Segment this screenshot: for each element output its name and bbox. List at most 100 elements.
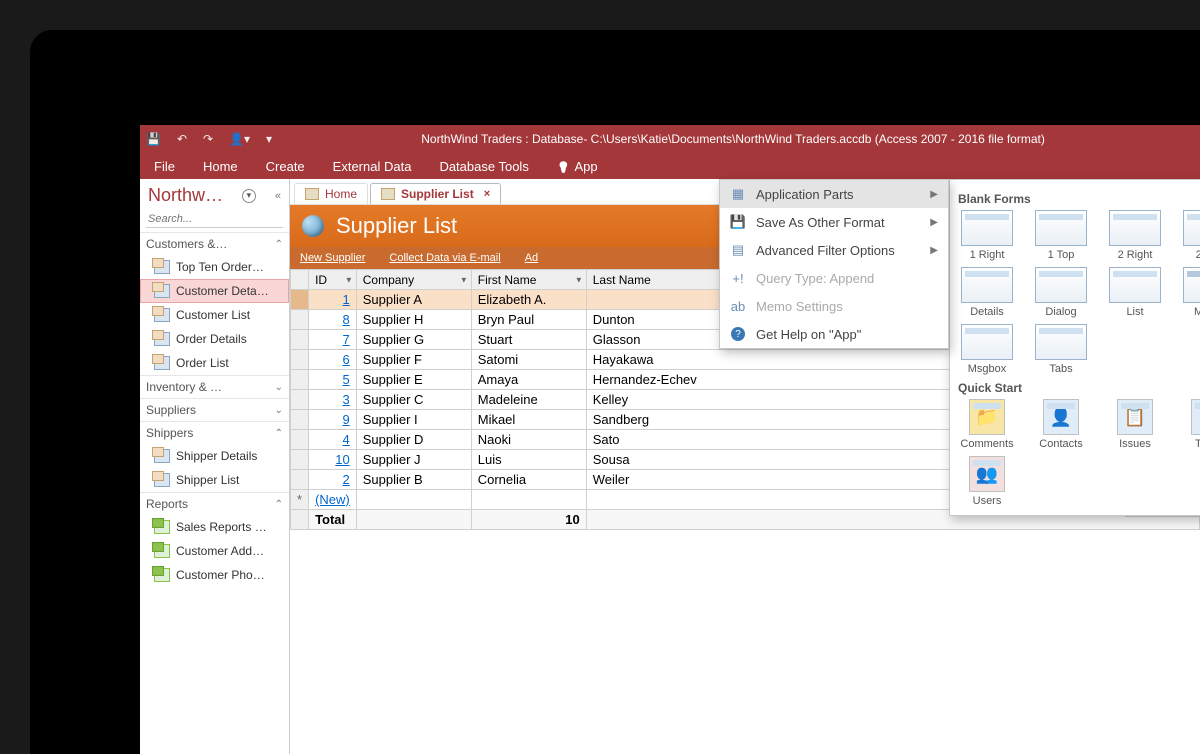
- nav-item-shipper-list[interactable]: Shipper List: [140, 468, 289, 492]
- form-thumb-icon: [961, 210, 1013, 246]
- save-icon[interactable]: 💾: [146, 132, 161, 146]
- gallery-item-media[interactable]: Media: [1180, 267, 1200, 318]
- nav-item-sales-reports[interactable]: Sales Reports …: [140, 515, 289, 539]
- nav-search-input[interactable]: [146, 210, 283, 228]
- nav-item-top-ten-orders[interactable]: Top Ten Order…: [140, 255, 289, 279]
- quickstart-icon: ✓: [1191, 399, 1200, 435]
- quickstart-item-contacts[interactable]: 👤Contacts: [1032, 399, 1090, 450]
- form-thumb-icon: [961, 267, 1013, 303]
- action-add[interactable]: Ad: [525, 252, 538, 264]
- gallery-item-dialog[interactable]: Dialog: [1032, 267, 1090, 318]
- quickstart-item-tasks[interactable]: ✓Tasks: [1180, 399, 1200, 450]
- chevron-icon: ⌄: [275, 405, 283, 416]
- menu-item[interactable]: 💾Save As Other Format▶: [720, 208, 948, 236]
- menu-item: +!Query Type: Append: [720, 264, 948, 292]
- form-title: Supplier List: [336, 213, 457, 239]
- menu-item-icon: +!: [730, 270, 746, 286]
- gallery-item-tabs[interactable]: Tabs: [1032, 324, 1090, 375]
- gallery-item-msgbox[interactable]: Msgbox: [958, 324, 1016, 375]
- form-icon: [305, 188, 319, 200]
- menu-item[interactable]: ?Get Help on "App": [720, 320, 948, 348]
- tab-create[interactable]: Create: [266, 159, 305, 174]
- tab-external-data[interactable]: External Data: [333, 159, 412, 174]
- nav-item-order-details[interactable]: Order Details: [140, 327, 289, 351]
- nav-collapse-icon[interactable]: «: [275, 190, 281, 202]
- report-icon: [154, 568, 170, 582]
- form-thumb-icon: [1035, 267, 1087, 303]
- title-bar: 💾 ↶ ↷ 👤▾ ▾ NorthWind Traders : Database-…: [140, 125, 1200, 153]
- form-icon: [154, 260, 170, 274]
- action-new-supplier[interactable]: New Supplier: [300, 252, 365, 264]
- nav-dropdown-icon[interactable]: ▾: [242, 189, 256, 203]
- quick-access-toolbar: 💾 ↶ ↷ 👤▾ ▾: [146, 132, 272, 146]
- chevron-icon: ⌃: [275, 428, 283, 439]
- submenu-arrow-icon: ▶: [930, 217, 938, 228]
- gallery-item-list[interactable]: List: [1106, 267, 1164, 318]
- form-thumb-icon: [1183, 210, 1200, 246]
- globe-icon: [302, 215, 324, 237]
- nav-database-title[interactable]: Northw… ▾ «: [140, 179, 289, 206]
- form-thumb-icon: [961, 324, 1013, 360]
- form-thumb-icon: [1035, 210, 1087, 246]
- quickstart-item-users[interactable]: 👥Users: [958, 456, 1016, 507]
- undo-icon[interactable]: ↶: [177, 132, 187, 146]
- form-icon: [154, 473, 170, 487]
- nav-item-customer-phone[interactable]: Customer Pho…: [140, 563, 289, 587]
- chevron-icon: ⌃: [275, 499, 283, 510]
- quickstart-icon: 📋: [1117, 399, 1153, 435]
- form-icon: [154, 308, 170, 322]
- col-company[interactable]: Company▼: [356, 270, 471, 290]
- quickstart-item-issues[interactable]: 📋Issues: [1106, 399, 1164, 450]
- action-collect-data[interactable]: Collect Data via E-mail: [389, 252, 500, 264]
- gallery-item-1-top[interactable]: 1 Top: [1032, 210, 1090, 261]
- form-icon: [154, 284, 170, 298]
- tell-me-app[interactable]: App: [557, 159, 598, 174]
- form-thumb-icon: [1109, 210, 1161, 246]
- close-tab-icon[interactable]: ×: [484, 188, 490, 200]
- col-first-name[interactable]: First Name▼: [471, 270, 586, 290]
- tab-file[interactable]: File: [154, 159, 175, 174]
- menu-item[interactable]: ▦Application Parts▶: [720, 180, 948, 208]
- doc-tab-supplier-list[interactable]: Supplier List×: [370, 183, 501, 204]
- quickstart-icon: 📁: [969, 399, 1005, 435]
- section-quick-start: Quick Start: [958, 381, 1200, 395]
- window-title: NorthWind Traders : Database- C:\Users\K…: [272, 132, 1194, 146]
- col-id[interactable]: ID▼: [309, 270, 357, 290]
- form-thumb-icon: [1035, 324, 1087, 360]
- gallery-item-1-right[interactable]: 1 Right: [958, 210, 1016, 261]
- tab-database-tools[interactable]: Database Tools: [439, 159, 528, 174]
- form-icon: [154, 356, 170, 370]
- nav-group-reports[interactable]: Reports⌃: [140, 492, 289, 515]
- nav-item-customer-address[interactable]: Customer Add…: [140, 539, 289, 563]
- chevron-icon: ⌃: [275, 239, 283, 250]
- nav-item-order-list[interactable]: Order List: [140, 351, 289, 375]
- nav-group-suppliers[interactable]: Suppliers⌄: [140, 398, 289, 421]
- menu-item-icon: ▤: [730, 242, 746, 258]
- user-icon[interactable]: 👤▾: [229, 132, 250, 146]
- nav-item-shipper-details[interactable]: Shipper Details: [140, 444, 289, 468]
- report-icon: [154, 520, 170, 534]
- row-selector-header[interactable]: [291, 270, 309, 290]
- nav-item-customer-list[interactable]: Customer List: [140, 303, 289, 327]
- menu-item[interactable]: ▤Advanced Filter Options▶: [720, 236, 948, 264]
- gallery-item-2-right[interactable]: 2 Right: [1106, 210, 1164, 261]
- tab-home[interactable]: Home: [203, 159, 238, 174]
- submenu-arrow-icon: ▶: [930, 189, 938, 200]
- dropdown-icon[interactable]: ▼: [460, 275, 468, 284]
- nav-group-customers[interactable]: Customers &…⌃: [140, 232, 289, 255]
- redo-icon[interactable]: ↷: [203, 132, 213, 146]
- menu-item-icon: 💾: [730, 214, 746, 230]
- nav-item-customer-details[interactable]: Customer Deta…: [140, 279, 289, 303]
- menu-item-icon: ▦: [730, 186, 746, 202]
- dropdown-icon[interactable]: ▼: [345, 275, 353, 284]
- quickstart-icon: 👥: [969, 456, 1005, 492]
- gallery-item-2-top[interactable]: 2 Top: [1180, 210, 1200, 261]
- dropdown-icon[interactable]: ▼: [575, 275, 583, 284]
- quickstart-item-comments[interactable]: 📁Comments: [958, 399, 1016, 450]
- qat-more-icon[interactable]: ▾: [266, 132, 272, 146]
- nav-group-inventory[interactable]: Inventory & …⌄: [140, 375, 289, 398]
- doc-tab-home[interactable]: Home: [294, 183, 368, 204]
- section-blank-forms: Blank Forms: [958, 192, 1200, 206]
- nav-group-shippers[interactable]: Shippers⌃: [140, 421, 289, 444]
- gallery-item-details[interactable]: Details: [958, 267, 1016, 318]
